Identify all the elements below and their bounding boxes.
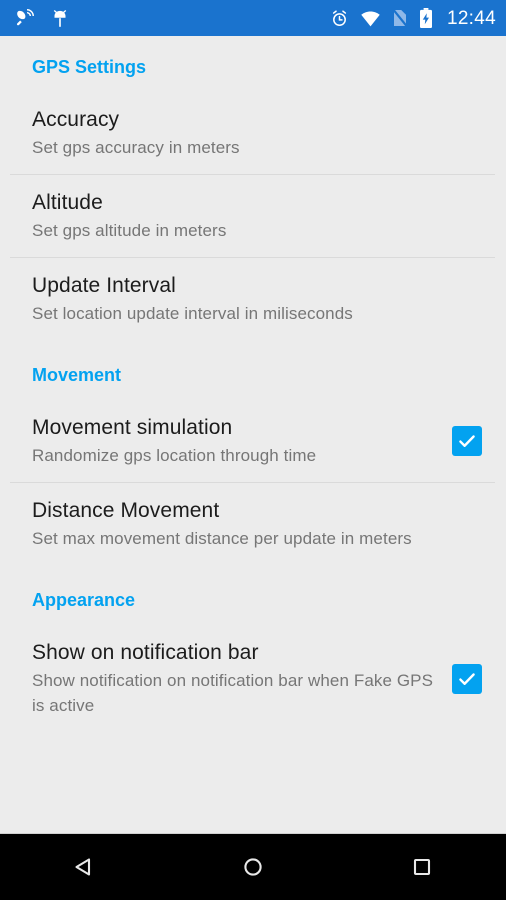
- pref-row-show-on-notification-bar[interactable]: Show on notification bar Show notificati…: [0, 625, 506, 732]
- section-header-movement: Movement: [32, 365, 122, 385]
- status-bar-right-icons: 12:44: [330, 7, 496, 29]
- pref-title: Distance Movement: [32, 499, 220, 522]
- pref-row-altitude[interactable]: Altitude Set gps altitude in meters: [0, 175, 506, 257]
- pref-title: Accuracy: [32, 108, 120, 131]
- settings-list[interactable]: GPS Settings Accuracy Set gps accuracy i…: [0, 36, 506, 833]
- recents-button[interactable]: [382, 834, 462, 900]
- pref-summary: Set gps accuracy in meters: [32, 138, 240, 157]
- battery-charging-icon: [419, 7, 433, 29]
- back-button[interactable]: [44, 834, 124, 900]
- pref-title: Altitude: [32, 191, 103, 214]
- status-bar: 12:44: [0, 0, 506, 36]
- app-screen: 12:44 GPS Settings Accuracy Set gps accu…: [0, 0, 506, 900]
- status-bar-left-icons: [14, 7, 330, 29]
- section-movement: Movement Movement simulation Randomize g…: [0, 362, 506, 565]
- pref-summary: Set gps altitude in meters: [32, 221, 227, 240]
- pref-title: Show on notification bar: [32, 641, 259, 664]
- checkmark-icon: [459, 435, 475, 447]
- checkmark-icon: [459, 672, 475, 685]
- section-gps-settings: GPS Settings Accuracy Set gps accuracy i…: [0, 54, 506, 340]
- pref-texts: Altitude Set gps altitude in meters: [32, 189, 492, 243]
- pref-row-update-interval[interactable]: Update Interval Set location update inte…: [0, 258, 506, 340]
- fake-gps-app-icon: [50, 7, 70, 29]
- pref-texts: Update Interval Set location update inte…: [32, 272, 492, 326]
- wifi-icon: [360, 10, 381, 27]
- pref-title: Update Interval: [32, 274, 176, 297]
- pref-texts: Show on notification bar Show notificati…: [32, 639, 452, 718]
- no-sim-icon: [392, 8, 408, 28]
- pref-row-accuracy[interactable]: Accuracy Set gps accuracy in meters: [0, 92, 506, 174]
- pref-texts: Distance Movement Set max movement dista…: [32, 497, 492, 551]
- alarm-clock-icon: [330, 9, 349, 28]
- status-bar-clock: 12:44: [446, 7, 496, 29]
- checkbox-movement-simulation[interactable]: [452, 426, 482, 456]
- section-appearance: Appearance Show on notification bar Show…: [0, 587, 506, 732]
- section-header-appearance: Appearance: [32, 590, 136, 610]
- pref-texts: Accuracy Set gps accuracy in meters: [32, 106, 492, 160]
- pref-texts: Movement simulation Randomize gps locati…: [32, 414, 452, 468]
- pref-summary: Set max movement distance per update in …: [32, 529, 412, 548]
- back-triangle-icon: [75, 858, 91, 876]
- pref-row-distance-movement[interactable]: Distance Movement Set max movement dista…: [0, 483, 506, 565]
- pref-summary: Randomize gps location through time: [32, 446, 317, 465]
- pref-title: Movement simulation: [32, 416, 233, 439]
- android-navigation-bar: [0, 833, 506, 900]
- checkbox-show-on-notification-bar[interactable]: [452, 663, 482, 694]
- satellite-dish-icon: [14, 7, 36, 29]
- home-circle-icon: [244, 858, 262, 876]
- pref-summary: Show notification on notification bar wh…: [32, 671, 434, 715]
- pref-summary: Set location update interval in miliseco…: [32, 304, 353, 323]
- home-button[interactable]: [213, 834, 293, 900]
- recents-square-icon: [413, 858, 430, 876]
- pref-row-movement-simulation[interactable]: Movement simulation Randomize gps locati…: [0, 400, 506, 482]
- section-header-gps-settings: GPS Settings: [32, 57, 147, 77]
